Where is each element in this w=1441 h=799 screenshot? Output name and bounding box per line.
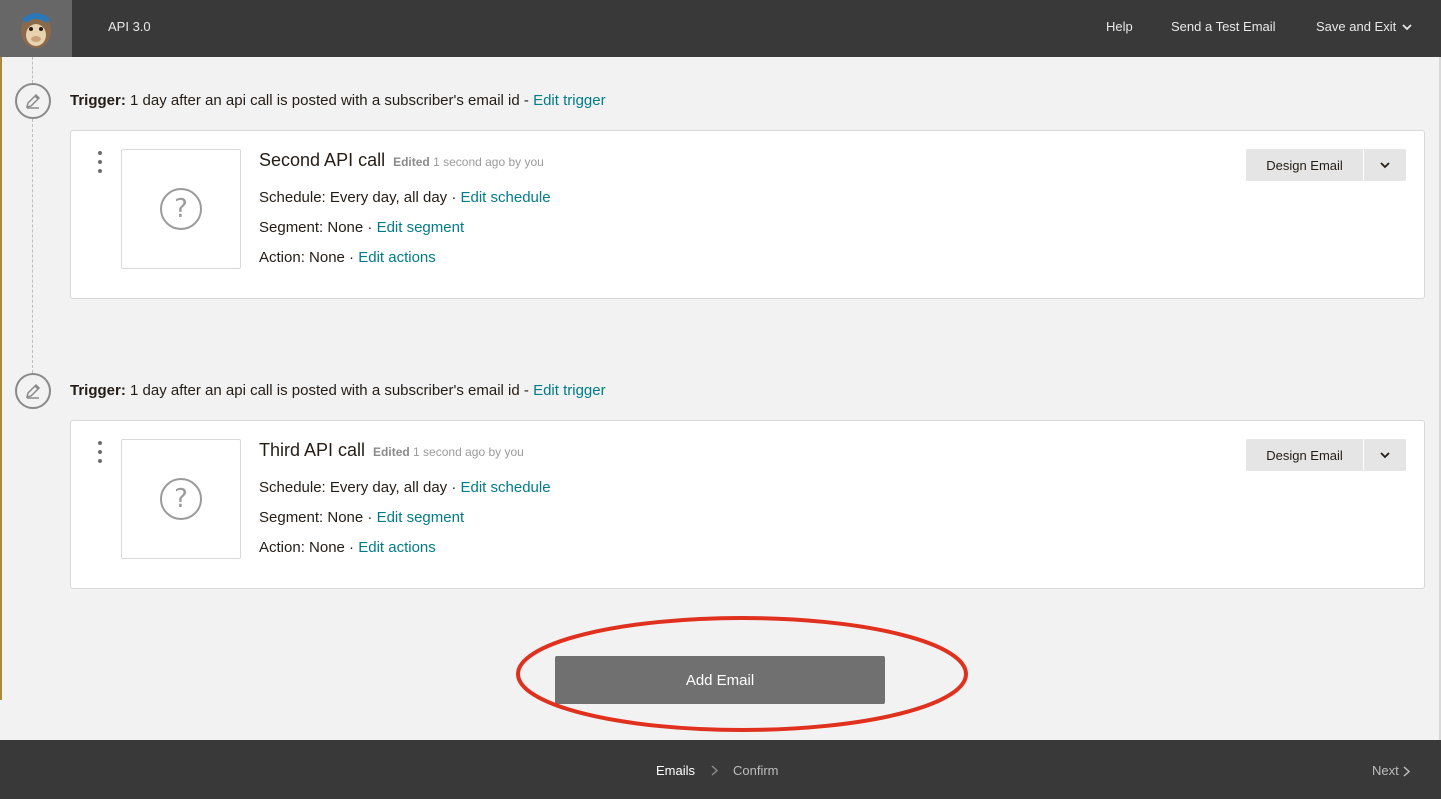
send-test-email-link[interactable]: Send a Test Email bbox=[1171, 19, 1276, 34]
email-card: ? Second API call Edited 1 second ago by … bbox=[70, 130, 1425, 299]
trigger-label: Trigger: bbox=[70, 92, 126, 109]
top-bar: API 3.0 Help Send a Test Email Save and … bbox=[0, 0, 1441, 57]
edit-segment-link[interactable]: Edit segment bbox=[377, 219, 465, 236]
design-email-button[interactable]: Design Email bbox=[1246, 439, 1363, 471]
schedule-label: Schedule: bbox=[259, 189, 326, 206]
trigger-label: Trigger: bbox=[70, 382, 126, 399]
timeline-connector bbox=[32, 119, 33, 373]
chevron-down-icon bbox=[1380, 161, 1390, 168]
schedule-label: Schedule: bbox=[259, 479, 326, 496]
email-card: ? Third API call Edited 1 second ago by y… bbox=[70, 420, 1425, 589]
design-email-dropdown[interactable] bbox=[1364, 439, 1406, 471]
schedule-row: Schedule: Every day, all day · Edit sche… bbox=[259, 189, 551, 206]
edited-label: Edited bbox=[393, 155, 430, 169]
question-mark-icon: ? bbox=[160, 188, 202, 230]
schedule-value: Every day, all day · bbox=[325, 189, 461, 206]
pencil-icon[interactable] bbox=[15, 83, 51, 119]
timeline-connector bbox=[32, 57, 33, 83]
edit-schedule-link[interactable]: Edit schedule bbox=[461, 479, 551, 496]
trigger-text: 1 day after an api call is posted with a… bbox=[125, 382, 534, 399]
email-thumbnail[interactable]: ? bbox=[121, 439, 241, 559]
footer-bar: Emails Confirm Next bbox=[0, 740, 1441, 799]
chevron-right-icon bbox=[1403, 766, 1410, 777]
chevron-down-icon bbox=[1402, 24, 1412, 31]
next-label: Next bbox=[1372, 763, 1399, 778]
add-email-button[interactable]: Add Email bbox=[555, 656, 885, 704]
email-thumbnail[interactable]: ? bbox=[121, 149, 241, 269]
edit-segment-link[interactable]: Edit segment bbox=[377, 509, 465, 526]
edited-status: Edited 1 second ago by you bbox=[373, 445, 524, 459]
trigger-description: Trigger: 1 day after an api call is post… bbox=[70, 382, 606, 399]
step-confirm[interactable]: Confirm bbox=[733, 763, 779, 778]
campaign-title: API 3.0 bbox=[108, 19, 151, 34]
next-button[interactable]: Next bbox=[1372, 763, 1410, 778]
segment-value: None · bbox=[323, 219, 377, 236]
kebab-menu-icon[interactable] bbox=[97, 151, 103, 173]
action-label: Action: bbox=[259, 539, 305, 556]
trigger-text: 1 day after an api call is posted with a… bbox=[125, 92, 534, 109]
schedule-row: Schedule: Every day, all day · Edit sche… bbox=[259, 479, 551, 496]
save-and-exit-menu[interactable]: Save and Exit bbox=[1316, 19, 1412, 34]
kebab-menu-icon[interactable] bbox=[97, 441, 103, 463]
segment-label: Segment: bbox=[259, 509, 324, 526]
edited-time: 1 second ago by you bbox=[409, 445, 524, 459]
segment-row: Segment: None · Edit segment bbox=[259, 219, 464, 236]
question-mark-icon: ? bbox=[160, 478, 202, 520]
chevron-down-icon bbox=[1380, 451, 1390, 458]
edit-trigger-link[interactable]: Edit trigger bbox=[533, 382, 606, 399]
action-label: Action: bbox=[259, 249, 305, 266]
email-title: Third API call Edited 1 second ago by you bbox=[259, 440, 524, 461]
edited-time: 1 second ago by you bbox=[429, 155, 544, 169]
action-row: Action: None · Edit actions bbox=[259, 539, 436, 556]
trigger-description: Trigger: 1 day after an api call is post… bbox=[70, 92, 606, 109]
segment-row: Segment: None · Edit segment bbox=[259, 509, 464, 526]
email-name: Third API call bbox=[259, 440, 366, 460]
edited-status: Edited 1 second ago by you bbox=[393, 155, 544, 169]
edit-actions-link[interactable]: Edit actions bbox=[358, 539, 436, 556]
pencil-icon[interactable] bbox=[15, 373, 51, 409]
chevron-right-icon bbox=[711, 765, 718, 776]
segment-label: Segment: bbox=[259, 219, 324, 236]
schedule-value: Every day, all day · bbox=[325, 479, 461, 496]
action-row: Action: None · Edit actions bbox=[259, 249, 436, 266]
segment-value: None · bbox=[323, 509, 377, 526]
edited-label: Edited bbox=[373, 445, 410, 459]
action-value: None · bbox=[304, 539, 359, 556]
step-emails[interactable]: Emails bbox=[656, 763, 695, 778]
email-title: Second API call Edited 1 second ago by yo… bbox=[259, 150, 544, 171]
design-email-button[interactable]: Design Email bbox=[1246, 149, 1363, 181]
action-value: None · bbox=[304, 249, 359, 266]
email-name: Second API call bbox=[259, 150, 386, 170]
edit-actions-link[interactable]: Edit actions bbox=[358, 249, 436, 266]
design-email-dropdown[interactable] bbox=[1364, 149, 1406, 181]
mailchimp-logo-icon[interactable] bbox=[0, 0, 72, 57]
save-and-exit-label: Save and Exit bbox=[1316, 19, 1397, 34]
edit-schedule-link[interactable]: Edit schedule bbox=[461, 189, 551, 206]
help-link[interactable]: Help bbox=[1106, 19, 1133, 34]
edit-trigger-link[interactable]: Edit trigger bbox=[533, 92, 606, 109]
